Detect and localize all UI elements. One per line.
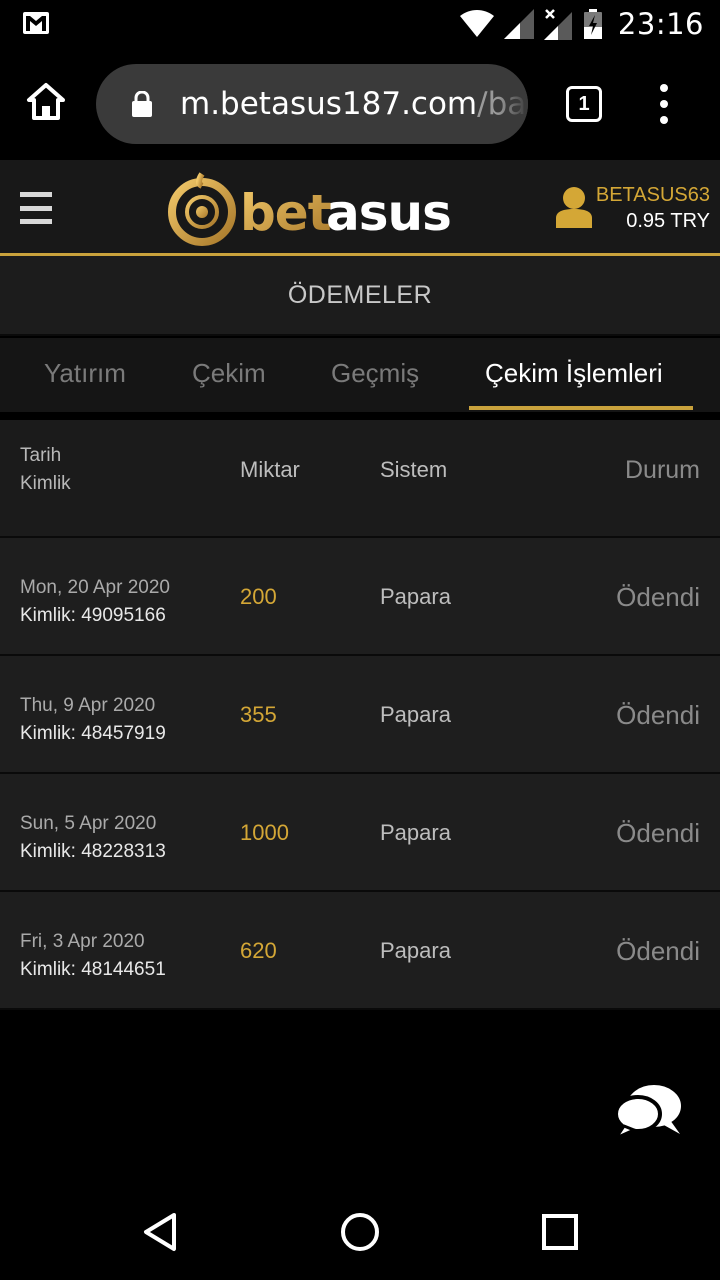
site-header: bet asus BETASUS63 0.95 TRY [0,160,720,256]
user-balance: 0.95 TRY [626,210,710,232]
row-status: Ödendi [616,582,700,612]
row-status: Ödendi [616,700,700,730]
address-bar[interactable]: m.betasus187.com/bal [96,64,528,144]
signal-icon [503,9,534,39]
row-id: Kimlik: 48144651 [20,959,166,980]
header-status: Durum [624,456,700,484]
header-date: Tarih [20,445,62,466]
status-bar: 23:16 [0,0,720,48]
betasus-logo[interactable]: bet asus [168,170,450,248]
withdrawals-table: Tarih Kimlik Miktar Sistem Durum Mon, 20… [0,420,720,1010]
row-amount: 200 [240,584,277,609]
username[interactable]: BETASUS63 [596,184,710,207]
row-date-id: Sun, 5 Apr 2020 Kimlik: 48228313 [20,810,166,866]
row-date: Fri, 3 Apr 2020 [20,931,145,952]
header-amount: Miktar [240,457,300,482]
row-id: Kimlik: 48457919 [20,723,166,744]
gmail-icon [23,12,49,34]
header-date-id: Tarih Kimlik [20,442,71,498]
row-system: Papara [380,820,451,845]
active-tab-indicator [469,406,693,410]
row-date-id: Mon, 20 Apr 2020 Kimlik: 49095166 [20,574,170,630]
row-system: Papara [380,938,451,963]
payment-tabs: Yatırım Çekim Geçmiş Çekim İşlemleri [0,338,720,412]
browser-toolbar: m.betasus187.com/bal 1 [0,48,720,160]
lock-icon [132,91,152,117]
row-status: Ödendi [616,818,700,848]
row-date-id: Fri, 3 Apr 2020 Kimlik: 48144651 [20,928,166,984]
row-amount: 620 [240,938,277,963]
svg-text:bet: bet [240,184,331,242]
row-date: Sun, 5 Apr 2020 [20,813,157,834]
row-system: Papara [380,702,451,727]
battery-charging-icon [583,9,602,39]
live-chat-icon[interactable] [612,1082,684,1142]
row-amount: 355 [240,702,277,727]
clock: 23:16 [617,7,704,41]
url-host: m.betasus187.com [180,86,478,122]
signal-x-icon [543,9,572,40]
row-status: Ödendi [616,936,700,966]
tab-yatirim[interactable]: Yatırım [44,338,126,412]
row-id: Kimlik: 48228313 [20,841,166,862]
nav-home-icon[interactable] [340,1212,380,1252]
recent-apps-icon[interactable] [542,1214,578,1250]
user-avatar-icon[interactable] [556,186,592,228]
tab-cekim-islemleri[interactable]: Çekim İşlemleri [485,338,663,412]
back-icon[interactable] [142,1212,178,1252]
tab-switcher-button[interactable]: 1 [566,86,602,122]
android-nav-bar [0,1184,720,1280]
header-id: Kimlik [20,473,71,494]
table-row[interactable]: Mon, 20 Apr 2020 Kimlik: 49095166 200 Pa… [0,538,720,656]
more-menu-icon[interactable] [656,84,672,124]
table-row[interactable]: Thu, 9 Apr 2020 Kimlik: 48457919 355 Pap… [0,656,720,774]
table-row[interactable]: Fri, 3 Apr 2020 Kimlik: 48144651 620 Pap… [0,892,720,1010]
hamburger-menu-icon[interactable] [20,192,52,224]
row-date-id: Thu, 9 Apr 2020 Kimlik: 48457919 [20,692,166,748]
row-system: Papara [380,584,451,609]
table-row[interactable]: Sun, 5 Apr 2020 Kimlik: 48228313 1000 Pa… [0,774,720,892]
svg-text:asus: asus [326,184,450,242]
table-header-row: Tarih Kimlik Miktar Sistem Durum [0,420,720,538]
page-title: ÖDEMELER [0,256,720,336]
row-amount: 1000 [240,820,289,845]
wifi-icon [459,10,494,37]
header-system: Sistem [380,457,448,482]
row-date: Thu, 9 Apr 2020 [20,695,156,716]
row-date: Mon, 20 Apr 2020 [20,577,170,598]
url-text: m.betasus187.com/bal [180,86,528,122]
home-icon[interactable] [26,82,66,122]
tab-cekim[interactable]: Çekim [192,338,266,412]
row-id: Kimlik: 49095166 [20,605,166,626]
tab-gecmis[interactable]: Geçmiş [331,338,419,412]
